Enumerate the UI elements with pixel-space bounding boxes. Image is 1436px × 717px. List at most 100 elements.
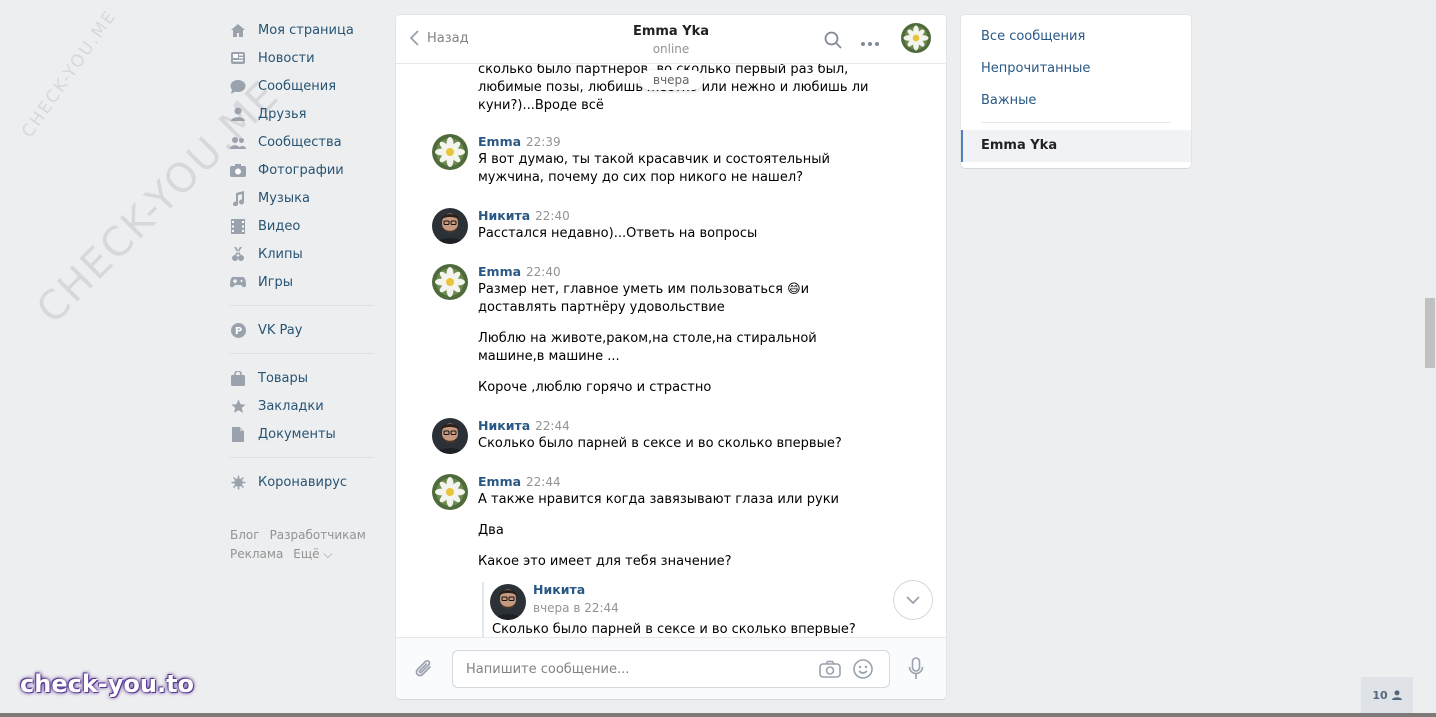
groups-icon	[230, 134, 246, 150]
message-author[interactable]: Emma 22:44	[478, 474, 561, 489]
attach-icon[interactable]	[414, 658, 434, 684]
watermark-small: CHECK-YOU.ME	[18, 6, 121, 142]
online-count: 10	[1372, 688, 1388, 702]
emma-avatar[interactable]	[432, 134, 468, 170]
footer-more-link[interactable]: Ещё ⌵	[293, 547, 332, 561]
footer-ads-link[interactable]: Реклама	[230, 547, 283, 561]
forwarded-author[interactable]: Никита	[533, 582, 585, 597]
message-history: вчера сколько было партнёров, во сколько…	[396, 64, 946, 637]
filter-all-messages[interactable]: Все сообщения	[981, 29, 1085, 44]
nav-item-clips[interactable]: Клипы	[230, 240, 380, 268]
music-icon	[230, 190, 246, 206]
chat-header: Назад Emma Yka online	[396, 15, 946, 64]
video-icon	[230, 218, 246, 234]
nav-item-news[interactable]: Новости	[230, 44, 380, 72]
message-text: Размер нет, главное уметь им пользоватьс…	[478, 282, 810, 315]
filter-unread[interactable]: Непрочитанные	[981, 61, 1090, 76]
active-conversation-label: Emma Yka	[981, 138, 1058, 153]
message-author[interactable]: Никита 22:40	[478, 208, 570, 223]
message-time: 22:40	[526, 265, 561, 279]
microphone-icon[interactable]	[908, 657, 924, 685]
footer-links: Блог Разработчикам Реклама Ещё ⌵	[230, 526, 380, 564]
message-time: 22:39	[526, 135, 561, 149]
peer-avatar[interactable]	[901, 23, 931, 53]
nav-label: Фотографии	[258, 162, 344, 178]
nav-label: Сообщества	[258, 134, 342, 150]
emma-avatar[interactable]	[432, 474, 468, 510]
nikita-avatar	[490, 584, 526, 620]
nav-item-friends[interactable]: Друзья	[230, 100, 380, 128]
nav-item-bookmarks[interactable]: Закладки	[230, 392, 380, 420]
page-scrollbar[interactable]	[1425, 298, 1435, 368]
message-input-placeholder: Напишите сообщение...	[466, 662, 630, 677]
forwarded-date: вчера в 22:44	[533, 601, 619, 615]
chat-panel: Назад Emma Yka online вчера сколько было…	[396, 15, 946, 699]
nav-label: Клипы	[258, 246, 303, 262]
message-author[interactable]: Никита 22:44	[478, 418, 570, 433]
nav-label: Сообщения	[258, 78, 337, 94]
scroll-down-button[interactable]	[894, 581, 932, 619]
nav-item-music[interactable]: Музыка	[230, 184, 380, 212]
filter-important[interactable]: Важные	[981, 93, 1036, 108]
nav-label: Видео	[258, 218, 301, 234]
active-conversation-tab[interactable]: Emma Yka	[961, 130, 1191, 162]
message-text: Какое это имеет для тебя значение?	[478, 554, 732, 569]
left-nav: Моя страница Новости Сообщения Друзья Со…	[230, 16, 380, 564]
nav-item-photos[interactable]: Фотографии	[230, 156, 380, 184]
nikita-avatar[interactable]	[432, 418, 468, 454]
nikita-avatar[interactable]	[432, 208, 468, 244]
nav-item-messages[interactable]: Сообщения	[230, 72, 380, 100]
message-time: 22:44	[526, 475, 561, 489]
nav-label: Музыка	[258, 190, 310, 206]
camera-icon[interactable]	[819, 660, 841, 682]
nav-item-vkpay[interactable]: P VK Pay	[230, 316, 380, 344]
nav-divider	[230, 353, 374, 354]
document-icon	[230, 426, 246, 442]
nav-item-goods[interactable]: Товары	[230, 364, 380, 392]
footer-blog-link[interactable]: Блог	[230, 528, 260, 542]
message-time: 22:40	[535, 209, 570, 223]
message-author[interactable]: Emma 22:39	[478, 134, 561, 149]
footer-dev-link[interactable]: Разработчикам	[270, 528, 366, 542]
nav-item-groups[interactable]: Сообщества	[230, 128, 380, 156]
message-composer: Напишите сообщение...	[396, 637, 946, 699]
nav-item-video[interactable]: Видео	[230, 212, 380, 240]
forwarded-message[interactable]: Никита вчера в 22:44 Сколько было парней…	[482, 582, 870, 637]
svg-text:P: P	[234, 326, 241, 337]
virus-icon	[230, 474, 246, 490]
nav-label: Документы	[258, 426, 336, 442]
clips-icon	[230, 246, 246, 262]
message-author[interactable]: Emma 22:40	[478, 264, 561, 279]
bag-icon	[230, 370, 246, 386]
message-text: Два	[478, 523, 504, 538]
nav-label: Друзья	[258, 106, 307, 122]
nav-item-games[interactable]: Игры	[230, 268, 380, 296]
friends-icon	[230, 106, 246, 122]
emma-avatar[interactable]	[432, 264, 468, 300]
news-icon	[230, 50, 246, 66]
nav-label: Моя страница	[258, 22, 354, 38]
nav-label: Новости	[258, 50, 315, 66]
nav-item-coronavirus[interactable]: Коронавирус	[230, 468, 380, 496]
search-icon[interactable]	[824, 31, 842, 53]
taskbar-strip	[0, 713, 1436, 717]
message-text: Я вот думаю, ты такой красавчик и состоя…	[478, 152, 830, 185]
forwarded-text: Сколько было парней в сексе и во сколько…	[492, 622, 856, 637]
home-icon	[230, 22, 246, 38]
messages-icon	[230, 78, 246, 94]
nav-label: Игры	[258, 274, 294, 290]
message-input[interactable]: Напишите сообщение...	[452, 650, 890, 688]
message-text: Расстался недавно)...Ответь на вопросы	[478, 226, 758, 241]
watermark-brand: check-you.to	[20, 670, 195, 698]
camera-icon	[230, 162, 246, 178]
nav-item-documents[interactable]: Документы	[230, 420, 380, 448]
message-text: Сколько было парней в сексе и во сколько…	[478, 436, 842, 451]
emoji-icon[interactable]	[853, 659, 873, 683]
online-friends-badge[interactable]: 10	[1361, 677, 1413, 713]
vkpay-icon: P	[230, 322, 246, 338]
nav-label: Закладки	[258, 398, 324, 414]
star-icon	[230, 398, 246, 414]
filter-divider	[981, 122, 1171, 123]
more-icon[interactable]	[860, 36, 880, 51]
nav-item-my-page[interactable]: Моя страница	[230, 16, 380, 44]
